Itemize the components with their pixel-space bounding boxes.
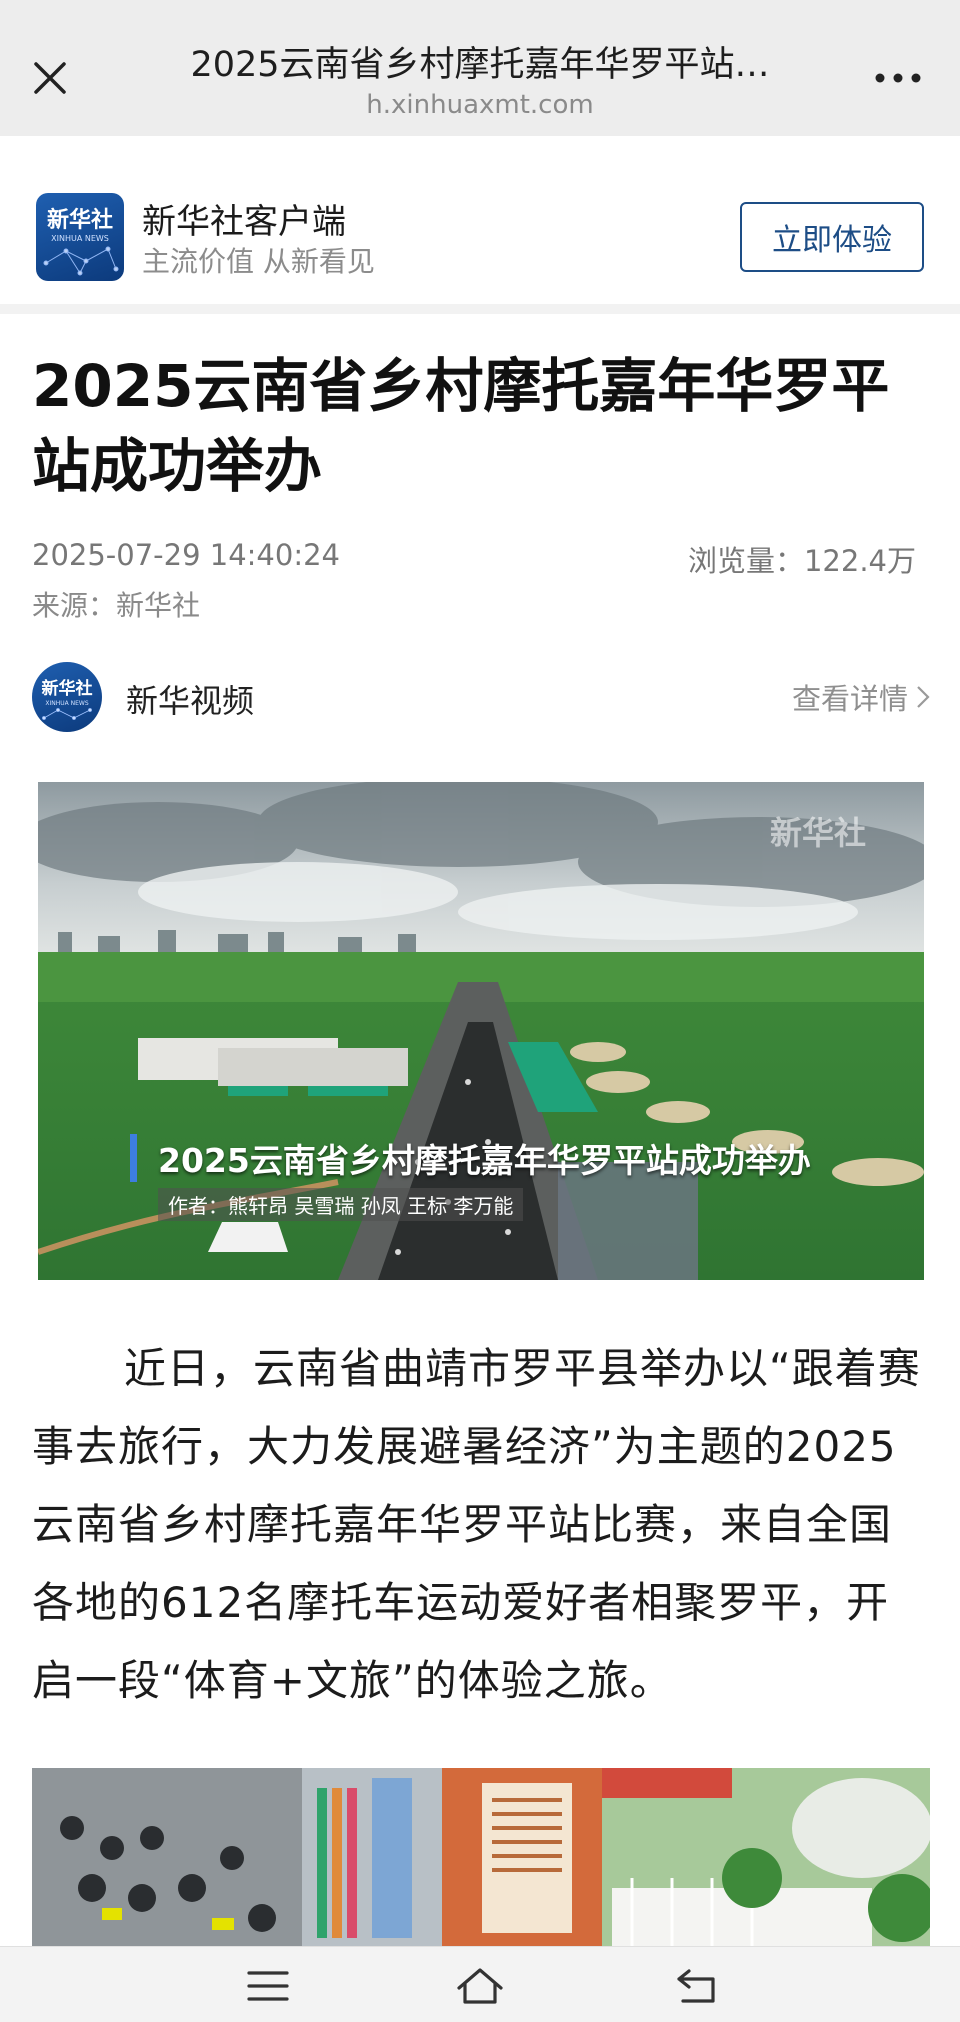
view-count: 浏览量：122.4万 (687, 544, 916, 578)
video-thumbnail[interactable]: 新华社 2025云南省乡村摩托嘉年华罗平站成功举办 作者：熊轩昂 吴雪瑞 孙凤 … (38, 782, 924, 1280)
logo-subtext: XINHUA NEWS (51, 234, 109, 243)
author-avatar[interactable]: 新华社 XINHUA NEWS (32, 662, 102, 732)
app-banner: 新华社 XINHUA NEWS 新华社客户端 主流价值 从新看见 立即体验 (0, 136, 960, 314)
bottom-navigation (0, 1946, 960, 2022)
page-url: h.xinhuaxmt.com (366, 90, 594, 120)
app-name: 新华社客户端 (142, 202, 346, 242)
home-icon[interactable] (450, 1961, 510, 2011)
article-source: 来源：新华社 (32, 589, 201, 622)
chevron-right-icon (917, 686, 930, 708)
author-name[interactable]: 新华视频 (126, 676, 254, 722)
page-title: 2025云南省乡村摩托嘉年华罗平站… (190, 45, 770, 85)
publish-date: 2025-07-29 14:40:24 (32, 538, 340, 572)
logo-text: 新华社 (47, 207, 113, 233)
event-photos-image (32, 1768, 930, 1946)
author-row[interactable]: 新华社 XINHUA NEWS 新华视频 查看详情 (0, 656, 960, 736)
back-icon[interactable] (666, 1961, 726, 2011)
video-watermark: 新华社 (769, 814, 866, 852)
caption-accent-bar (130, 1134, 137, 1182)
avatar-logo-text: 新华社 (42, 678, 93, 699)
app-slogan: 主流价值 从新看见 (142, 245, 375, 278)
video-credit: 作者：熊轩昂 吴雪瑞 孙凤 王标 李万能 (158, 1188, 524, 1221)
try-now-button[interactable]: 立即体验 (740, 202, 924, 272)
more-icon[interactable] (870, 60, 926, 96)
article-photo-collage[interactable] (32, 1768, 930, 1946)
close-icon[interactable] (22, 50, 78, 106)
view-details-link[interactable]: 查看详情 (792, 676, 930, 718)
article-headline: 2025云南省乡村摩托嘉年华罗平站成功举办 (32, 352, 890, 500)
video-caption: 2025云南省乡村摩托嘉年华罗平站成功举办 (158, 1141, 811, 1180)
xinhua-logo: 新华社 XINHUA NEWS (36, 193, 124, 281)
browser-topbar: 2025云南省乡村摩托嘉年华罗平站… h.xinhuaxmt.com (0, 0, 960, 136)
avatar-logo-subtext: XINHUA NEWS (45, 700, 88, 707)
article-paragraph: 近日，云南省曲靖市罗平县举办以“跟着赛事去旅行，大力发展避暑经济”为主题的202… (32, 1344, 921, 1705)
view-details-label: 查看详情 (791, 682, 908, 716)
menu-icon[interactable] (238, 1961, 298, 2011)
